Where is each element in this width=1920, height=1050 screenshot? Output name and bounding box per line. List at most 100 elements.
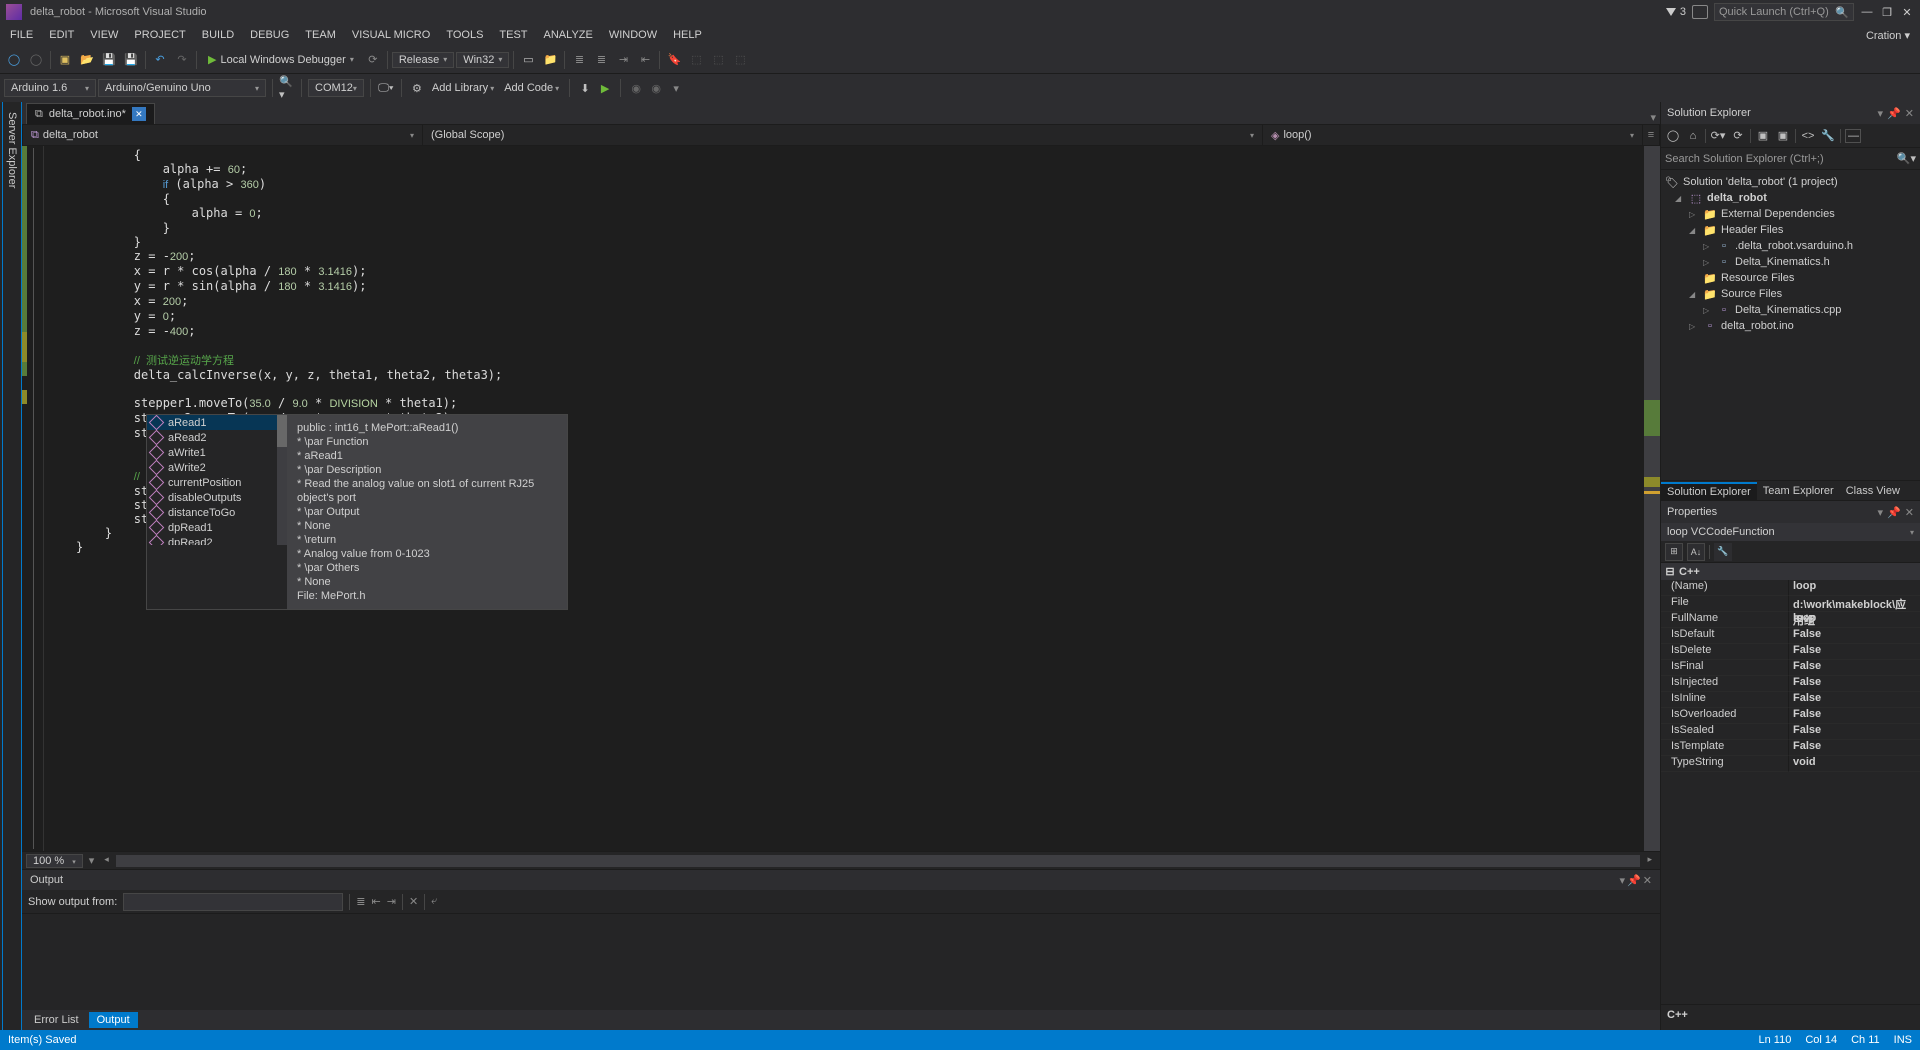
output-text[interactable] bbox=[22, 914, 1660, 1010]
next-icon[interactable]: ⇥ bbox=[387, 895, 396, 908]
home-icon[interactable]: ⌂ bbox=[1685, 130, 1701, 142]
expand-icon[interactable]: ▷ bbox=[1703, 242, 1713, 251]
close-tab-button[interactable]: ✕ bbox=[132, 107, 146, 121]
nav-member-dropdown[interactable]: ◈ loop() bbox=[1263, 125, 1643, 145]
toolbar-icon[interactable]: ▭ bbox=[518, 50, 538, 70]
property-row[interactable]: IsInlineFalse bbox=[1661, 692, 1920, 708]
toolbox-tab[interactable]: Toolbox bbox=[0, 102, 3, 1030]
expand-icon[interactable]: ◢ bbox=[1675, 194, 1685, 203]
property-category[interactable]: ⊟ C++ bbox=[1661, 563, 1920, 580]
file-node[interactable]: ▷ ▫ Delta_Kinematics.cpp bbox=[1661, 302, 1920, 318]
board-family-dropdown[interactable]: Arduino 1.6 bbox=[4, 79, 96, 97]
file-node[interactable]: ▷ ▫ delta_robot.ino bbox=[1661, 318, 1920, 334]
gear-icon[interactable]: ⚙ bbox=[408, 79, 426, 97]
file-tab-delta-robot[interactable]: ⧉ delta_robot.ino* ✕ bbox=[26, 103, 155, 124]
minimize-button[interactable]: — bbox=[1860, 5, 1874, 19]
close-button[interactable]: ✕ bbox=[1900, 5, 1914, 19]
debug-dropdown[interactable]: ⟳ bbox=[363, 50, 383, 70]
code-editor[interactable]: { alpha += 60; if (alpha > 360) { alpha … bbox=[22, 146, 1660, 851]
menu-file[interactable]: FILE bbox=[2, 26, 41, 44]
menu-analyze[interactable]: ANALYZE bbox=[536, 26, 601, 44]
intellisense-item[interactable]: aWrite1 bbox=[147, 445, 287, 460]
menu-project[interactable]: PROJECT bbox=[126, 26, 193, 44]
sync-icon[interactable]: ⟳▾ bbox=[1710, 129, 1726, 142]
pin-icon[interactable]: 📌 bbox=[1627, 874, 1641, 887]
menu-team[interactable]: TEAM bbox=[297, 26, 344, 44]
toolbar-icon[interactable]: ⬚ bbox=[686, 50, 706, 70]
save-button[interactable]: 💾 bbox=[99, 50, 119, 70]
menu-test[interactable]: TEST bbox=[491, 26, 535, 44]
platform-dropdown[interactable]: Win32 bbox=[456, 52, 509, 68]
notifications[interactable]: 3 bbox=[1666, 6, 1686, 18]
tab-team-explorer[interactable]: Team Explorer bbox=[1757, 483, 1840, 499]
refresh-icon[interactable]: ⟳ bbox=[1730, 129, 1746, 142]
intellisense-scrollbar[interactable] bbox=[277, 415, 287, 545]
open-file-button[interactable]: 📂 bbox=[77, 50, 97, 70]
folder-source[interactable]: ◢ 📁 Source Files bbox=[1661, 286, 1920, 302]
expand-icon[interactable]: ▷ bbox=[1689, 322, 1699, 331]
menu-tools[interactable]: TOOLS bbox=[438, 26, 491, 44]
add-code-dropdown[interactable]: Add Code bbox=[500, 82, 563, 94]
port-dropdown[interactable]: COM12 bbox=[308, 79, 364, 97]
nav-scope-dropdown[interactable]: ⧉ delta_robot bbox=[23, 125, 423, 145]
property-row[interactable]: IsDeleteFalse bbox=[1661, 644, 1920, 660]
expand-icon[interactable]: ◢ bbox=[1689, 226, 1699, 235]
property-row[interactable]: IsSealedFalse bbox=[1661, 724, 1920, 740]
property-pages-button[interactable]: 🔧 bbox=[1714, 543, 1732, 561]
expand-icon[interactable]: ▷ bbox=[1703, 306, 1713, 315]
run-icon[interactable]: ▶ bbox=[596, 79, 614, 97]
start-debugging-button[interactable]: ▶ Local Windows Debugger ▾ bbox=[201, 51, 361, 68]
nav-type-dropdown[interactable]: (Global Scope) bbox=[423, 125, 1263, 145]
intellisense-item[interactable]: dpRead1 bbox=[147, 520, 287, 535]
intellisense-item[interactable]: aRead2 bbox=[147, 430, 287, 445]
property-row[interactable]: IsFinalFalse bbox=[1661, 660, 1920, 676]
intellisense-item[interactable]: disableOutputs bbox=[147, 490, 287, 505]
comment-button[interactable]: ≣ bbox=[569, 50, 589, 70]
property-row[interactable]: IsDefaultFalse bbox=[1661, 628, 1920, 644]
menu-help[interactable]: HELP bbox=[665, 26, 710, 44]
clear-icon[interactable]: ✕ bbox=[409, 895, 418, 908]
dropdown-icon[interactable]: ▾ bbox=[1878, 107, 1884, 120]
dropdown-icon[interactable]: ▾ bbox=[1878, 506, 1884, 519]
solution-config-dropdown[interactable]: Release bbox=[392, 52, 454, 68]
expand-icon[interactable]: ▷ bbox=[1703, 258, 1713, 267]
menu-view[interactable]: VIEW bbox=[82, 26, 126, 44]
split-toggle[interactable]: ≡ bbox=[1643, 125, 1659, 145]
quick-launch-input[interactable]: Quick Launch (Ctrl+Q) 🔍 bbox=[1714, 3, 1854, 21]
account-menu[interactable]: Cration ▾ bbox=[1858, 26, 1918, 45]
menu-visual-micro[interactable]: VISUAL MICRO bbox=[344, 26, 438, 44]
vertical-scrollbar[interactable] bbox=[1644, 146, 1660, 851]
navigate-fwd-button[interactable]: ◯ bbox=[26, 50, 46, 70]
dropdown-icon[interactable]: ▾ bbox=[1620, 874, 1626, 887]
categorized-button[interactable]: ⊞ bbox=[1665, 543, 1683, 561]
property-row[interactable]: IsOverloadedFalse bbox=[1661, 708, 1920, 724]
menu-window[interactable]: WINDOW bbox=[601, 26, 665, 44]
pin-icon[interactable]: 📌 bbox=[1887, 506, 1901, 519]
property-row[interactable]: FullNameloop bbox=[1661, 612, 1920, 628]
solution-explorer-search[interactable]: Search Solution Explorer (Ctrl+;) 🔍▾ bbox=[1661, 148, 1920, 170]
property-row[interactable]: IsInjectedFalse bbox=[1661, 676, 1920, 692]
intellisense-item[interactable]: aRead1 bbox=[147, 415, 287, 430]
close-icon[interactable]: ✕ bbox=[1905, 506, 1914, 519]
toolbar-icon[interactable]: 📁 bbox=[540, 50, 560, 70]
close-icon[interactable]: ✕ bbox=[1643, 874, 1652, 887]
file-node[interactable]: ▷ ▫ Delta_Kinematics.h bbox=[1661, 254, 1920, 270]
zoom-dropdown[interactable]: 100 % bbox=[26, 854, 83, 868]
tab-output[interactable]: Output bbox=[89, 1012, 138, 1028]
file-node[interactable]: ▷ ▫ .delta_robot.vsarduino.h bbox=[1661, 238, 1920, 254]
properties-object[interactable]: loop VCCodeFunction ▾ bbox=[1661, 523, 1920, 541]
redo-button[interactable]: ↷ bbox=[172, 50, 192, 70]
project-node[interactable]: ◢ ⬚ delta_robot bbox=[1661, 190, 1920, 206]
goto-icon[interactable]: ≣ bbox=[356, 895, 365, 908]
folder-external[interactable]: ▷ 📁 External Dependencies bbox=[1661, 206, 1920, 222]
collapse-icon[interactable]: ▣ bbox=[1755, 129, 1771, 142]
server-explorer-tab[interactable]: Server Explorer bbox=[3, 102, 22, 1030]
maximize-button[interactable]: ❐ bbox=[1880, 5, 1894, 19]
save-all-button[interactable]: 💾 bbox=[121, 50, 141, 70]
folder-resource[interactable]: ▷ 📁 Resource Files bbox=[1661, 270, 1920, 286]
property-row[interactable]: Filed:\work\makeblock\应用组 bbox=[1661, 596, 1920, 612]
indent-button[interactable]: ⇥ bbox=[613, 50, 633, 70]
intellisense-item[interactable]: aWrite2 bbox=[147, 460, 287, 475]
search-icon[interactable]: 🔍▾ bbox=[279, 80, 295, 96]
add-library-dropdown[interactable]: Add Library bbox=[428, 82, 498, 94]
